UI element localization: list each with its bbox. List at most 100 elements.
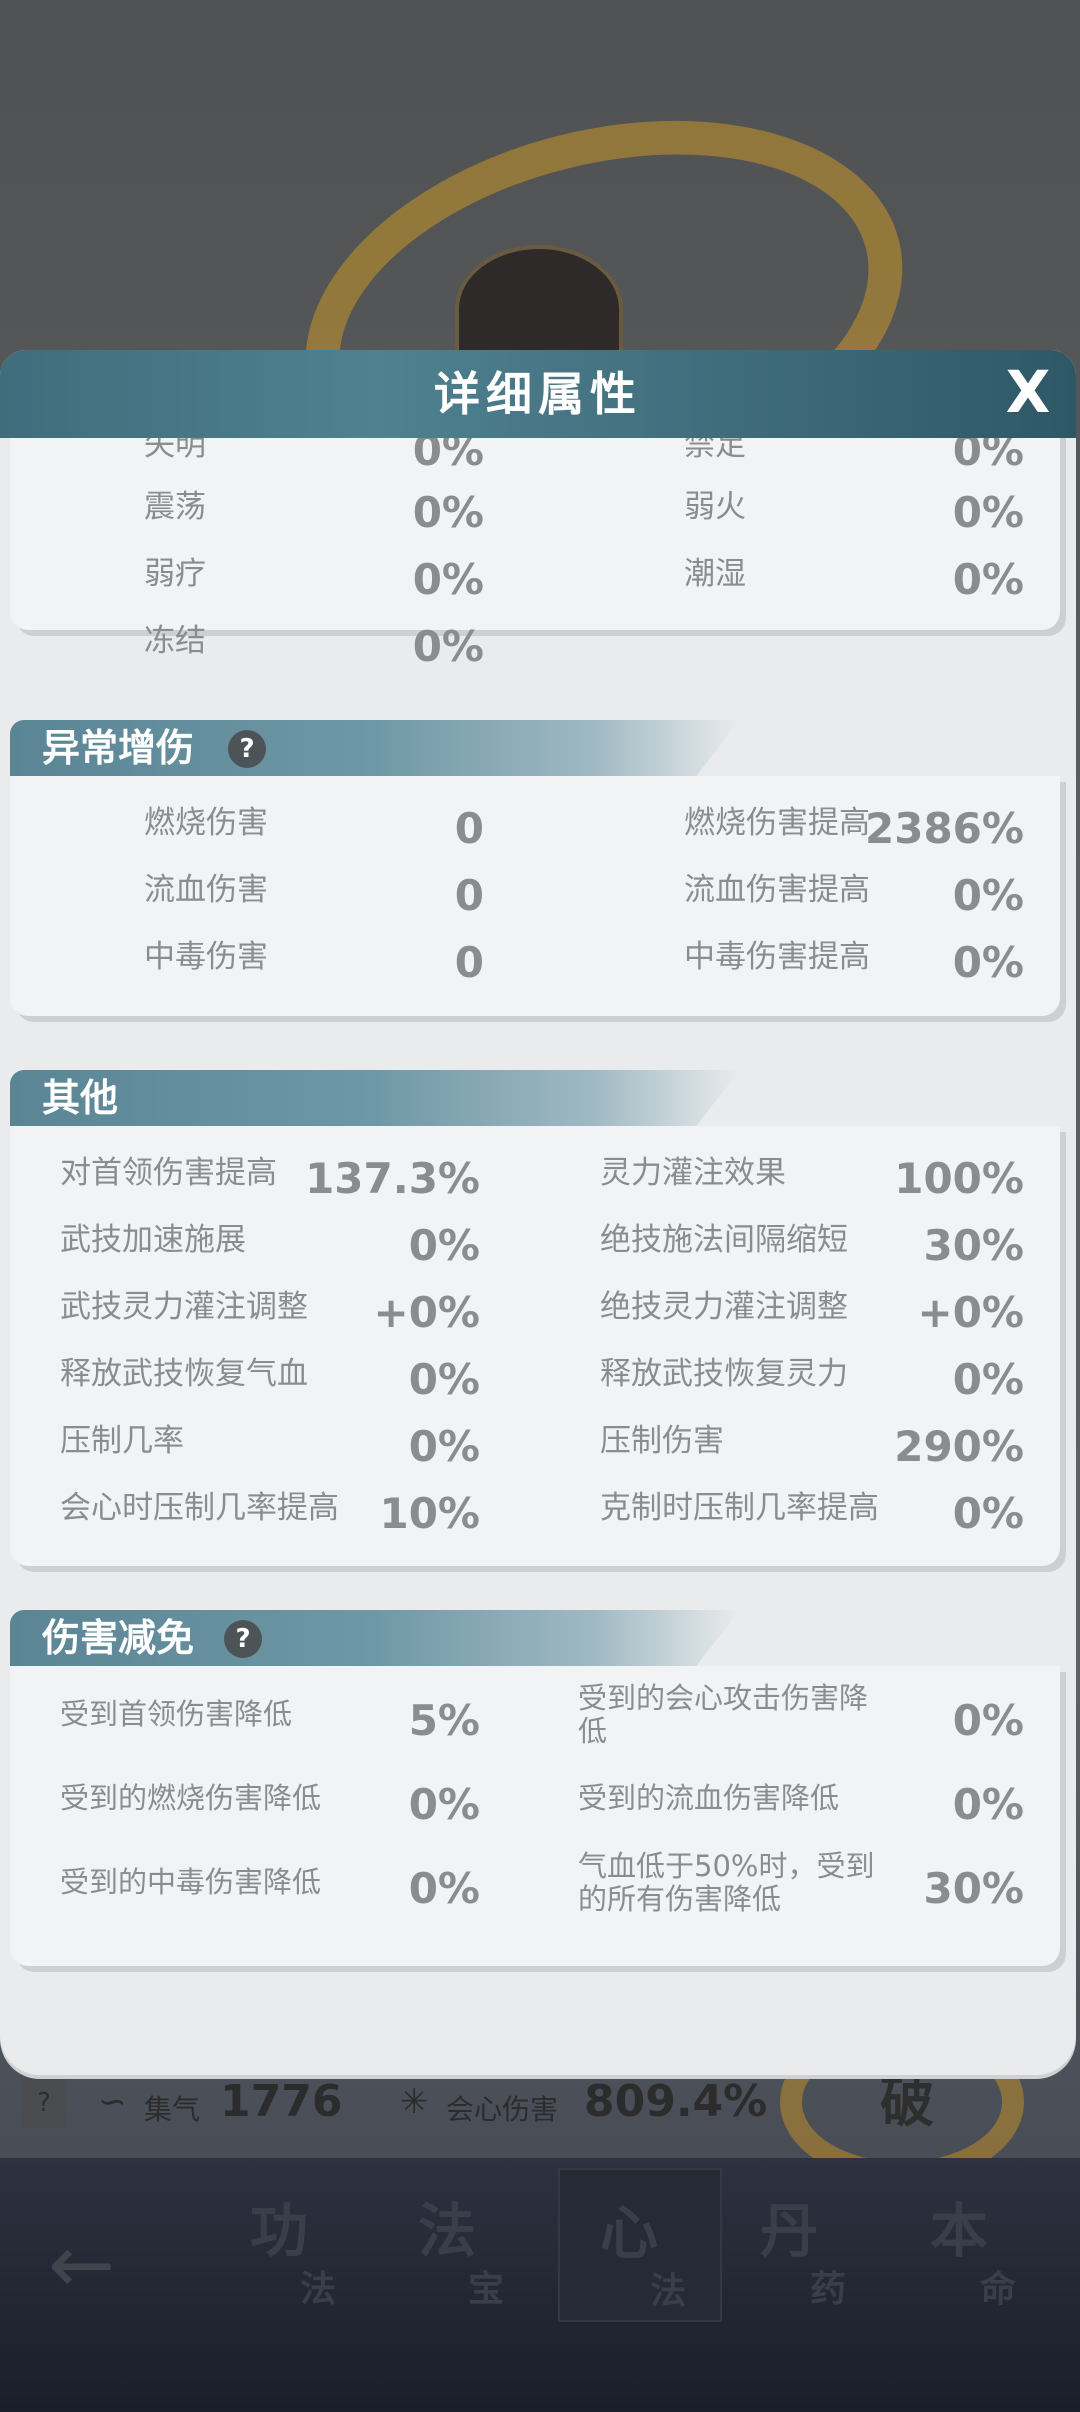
attribute-row: 受到的中毒伤害降低 0% xyxy=(60,1864,480,1926)
bottom-nav: ← 功 法 法 宝 心 法 丹 药 本 命 xyxy=(0,2158,1080,2412)
section-title: 其他 xyxy=(42,1076,119,1120)
dialog-title: 详细属性 xyxy=(434,367,642,421)
nav-tab-sub-char: 命 xyxy=(980,2269,1017,2310)
nav-tab-sub-char: 法 xyxy=(650,2271,687,2312)
attribute-row: 弱火 0% xyxy=(684,488,1024,550)
attribute-row: 流血伤害提高 0% xyxy=(684,871,1024,933)
attribute-row: 灵力灌注效果 100% xyxy=(600,1154,1024,1216)
attribute-row: 震荡 0% xyxy=(144,488,484,550)
section-card: 受到首领伤害降低 5% 受到的会心攻击伤害降低 0% 受到的燃烧伤害降低 0% … xyxy=(10,1666,1060,1966)
attribute-row: 克制时压制几率提高 0% xyxy=(600,1489,1024,1551)
attribute-row: 绝技灵力灌注调整 +0% xyxy=(600,1288,1024,1350)
attribute-label: 受到首领伤害降低 xyxy=(60,1697,293,1731)
background-stats-row: ? ∽ 集气 1776 ✳ 会心伤害 809.4% xyxy=(0,2070,1080,2140)
attribute-label: 灵力灌注效果 xyxy=(600,1155,786,1191)
attribute-label: 燃烧伤害提高 xyxy=(684,805,870,841)
nav-tab-main-char: 丹 xyxy=(760,2197,819,2265)
qi-gather-icon: ∽ xyxy=(98,2082,127,2122)
attribute-label: 武技加速施展 xyxy=(60,1222,246,1258)
attribute-value: 0% xyxy=(952,938,1024,987)
attribute-value: 0% xyxy=(952,1489,1024,1538)
attribute-row: 中毒伤害提高 0% xyxy=(684,938,1024,1000)
attribute-row: 会心时压制几率提高 10% xyxy=(60,1489,480,1551)
attribute-row: 弱疗 0% xyxy=(144,555,484,617)
nav-tab-main-char: 法 xyxy=(418,2197,477,2265)
attribute-value: 30% xyxy=(923,1221,1024,1270)
attribute-row: 流血伤害 0 xyxy=(144,871,484,933)
nav-tab-sub-char: 宝 xyxy=(468,2269,505,2310)
attribute-value: 137.3% xyxy=(305,1154,480,1203)
help-icon[interactable]: ? xyxy=(224,1620,262,1658)
nav-tab-gongfa[interactable]: 功 法 xyxy=(210,2168,370,2318)
section-card: 燃烧伤害 0 燃烧伤害提高 2386% 流血伤害 0 流血伤害提高 0% 中毒伤… xyxy=(10,776,1060,1016)
attribute-label: 受到的流血伤害降低 xyxy=(578,1781,840,1815)
attribute-value: 0% xyxy=(952,438,1024,475)
attribute-label: 压制几率 xyxy=(60,1423,184,1459)
attribute-label: 冻结 xyxy=(144,623,206,659)
nav-tab-main-char: 心 xyxy=(600,2199,659,2267)
stat-label: 会心伤害 xyxy=(446,2093,559,2126)
attribute-label: 会心时压制几率提高 xyxy=(60,1490,339,1526)
dialog-scroll-body[interactable]: 失明 0% 禁足 0% 震荡 0% 弱火 0% 弱疗 0% 潮湿 0% 冻结 0… xyxy=(0,438,1076,2075)
attribute-row: 压制伤害 290% xyxy=(600,1422,1024,1484)
nav-tab-sub-char: 法 xyxy=(300,2269,337,2310)
attribute-row: 失明 0% xyxy=(144,438,484,488)
attribute-row: 武技灵力灌注调整 +0% xyxy=(60,1288,481,1350)
section-title: 伤害减免 xyxy=(42,1616,195,1660)
attribute-row: 对首领伤害提高 137.3% xyxy=(60,1154,480,1216)
attribute-row: 燃烧伤害提高 2386% xyxy=(684,804,1024,866)
attribute-label: 中毒伤害 xyxy=(144,939,268,975)
attribute-label: 弱火 xyxy=(684,489,746,525)
nav-tab-danyao[interactable]: 丹 药 xyxy=(720,2168,880,2318)
nav-tab-fabao[interactable]: 法 宝 xyxy=(378,2168,538,2318)
attribute-label: 克制时压制几率提高 xyxy=(600,1490,879,1526)
attribute-value: 0 xyxy=(454,804,484,853)
stat-label: 集气 xyxy=(144,2093,201,2126)
attribute-value: 0% xyxy=(408,1221,480,1270)
attribute-label: 中毒伤害提高 xyxy=(684,939,870,975)
nav-tab-main-char: 本 xyxy=(930,2197,989,2265)
nav-tab-benming[interactable]: 本 命 xyxy=(890,2168,1050,2318)
dialog-header: 详细属性 X xyxy=(0,350,1076,438)
detail-attributes-dialog: 详细属性 X 失明 0% 禁足 0% 震荡 0% 弱火 0% 弱疗 0% 潮湿 … xyxy=(0,350,1076,2075)
attribute-value: 0% xyxy=(952,555,1024,604)
section-card: 失明 0% 禁足 0% 震荡 0% 弱火 0% 弱疗 0% 潮湿 0% 冻结 0… xyxy=(10,438,1060,671)
attribute-row: 禁足 0% xyxy=(684,438,1024,488)
help-icon[interactable]: ? xyxy=(228,730,266,768)
back-arrow-icon[interactable]: ← xyxy=(48,2218,115,2311)
attribute-label: 流血伤害提高 xyxy=(684,872,870,908)
attribute-value: 2386% xyxy=(865,804,1024,853)
attribute-value: 0% xyxy=(412,555,484,604)
attribute-label: 失明 xyxy=(144,438,206,463)
attribute-value: 0% xyxy=(408,1864,480,1913)
close-button[interactable]: X xyxy=(990,354,1066,430)
attribute-label: 武技灵力灌注调整 xyxy=(60,1289,308,1325)
attribute-value: 5% xyxy=(408,1696,480,1745)
attribute-value: 0% xyxy=(952,488,1024,537)
attribute-value: 100% xyxy=(894,1154,1024,1203)
attribute-value: 0% xyxy=(952,1780,1024,1829)
attribute-label: 受到的中毒伤害降低 xyxy=(60,1865,322,1899)
attribute-row: 受到首领伤害降低 5% xyxy=(60,1696,480,1758)
attribute-row: 武技加速施展 0% xyxy=(60,1221,480,1283)
attribute-value: 30% xyxy=(923,1864,1024,1913)
attribute-label: 受到的会心攻击伤害降低 xyxy=(578,1681,869,1749)
attribute-value: 0% xyxy=(412,438,484,475)
attribute-value: +0% xyxy=(373,1288,481,1337)
attribute-row: 受到的会心攻击伤害降低 0% xyxy=(578,1681,1024,1778)
attribute-row: 冻结 0% xyxy=(144,622,484,684)
attribute-value: 0% xyxy=(952,1696,1024,1745)
attribute-label: 震荡 xyxy=(144,489,206,525)
attribute-row: 中毒伤害 0 xyxy=(144,938,484,1000)
stat-value: 809.4% xyxy=(584,2076,768,2127)
attribute-label: 气血低于50%时，受到的所有伤害降低 xyxy=(578,1849,875,1917)
attribute-row: 绝技施法间隔缩短 30% xyxy=(600,1221,1024,1283)
attribute-label: 流血伤害 xyxy=(144,872,268,908)
section-header xyxy=(10,1070,740,1126)
nav-tab-xinfa[interactable]: 心 法 xyxy=(558,2168,722,2322)
section-title: 异常增伤 xyxy=(42,726,195,770)
stat-value: 1776 xyxy=(220,2076,343,2127)
attribute-label: 绝技施法间隔缩短 xyxy=(600,1222,848,1258)
attribute-row: 气血低于50%时，受到的所有伤害降低 30% xyxy=(578,1849,1024,1946)
section-card: 对首领伤害提高 137.3% 灵力灌注效果 100% 武技加速施展 0% 绝技施… xyxy=(10,1126,1060,1566)
